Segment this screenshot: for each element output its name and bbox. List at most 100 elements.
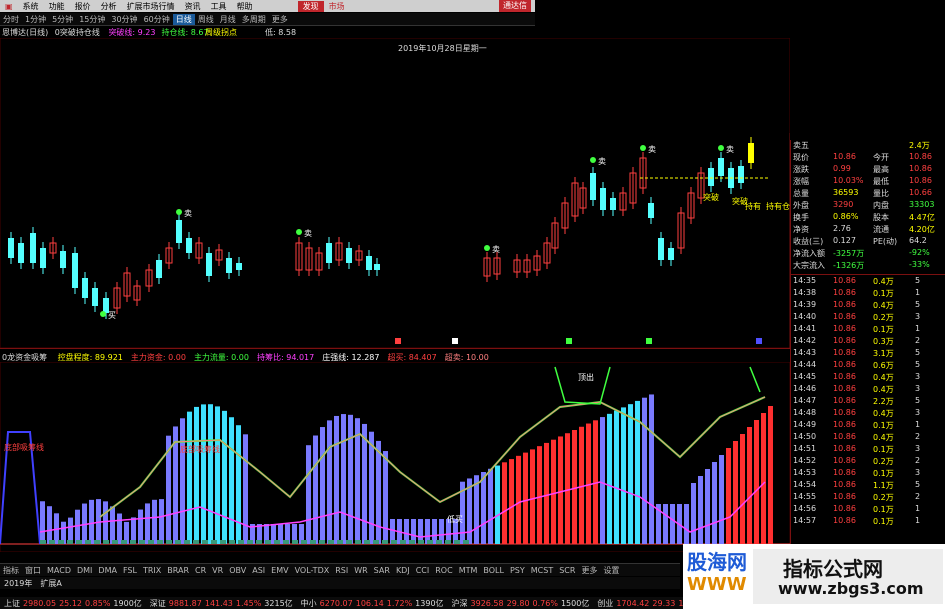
period-tab-2[interactable]: 5分钟	[49, 14, 76, 25]
indicator-tab-2[interactable]: MACD	[44, 566, 74, 575]
quote-value: 0.99	[833, 164, 851, 173]
index-item[interactable]: 上证 2980.05 25.12 0.85% 1900亿	[0, 598, 146, 609]
tick-volume: 3.1万	[873, 349, 894, 358]
event-marker	[646, 338, 652, 344]
quote-label: 净资	[793, 225, 809, 234]
candle-body	[92, 288, 98, 306]
app-icon[interactable]: ▣	[0, 2, 18, 11]
watermark-left-text: 股海网	[687, 550, 747, 574]
period-tab-4[interactable]: 30分钟	[108, 14, 140, 25]
indicator-tab-11[interactable]: ASI	[249, 566, 268, 575]
tag-left: 底部吸筹线	[4, 442, 44, 452]
index-item[interactable]: 沪深 3926.58 29.80 0.76% 1500亿	[448, 598, 594, 609]
tick-price: 10.86	[833, 360, 856, 369]
indicator-tab-3[interactable]: DMI	[74, 566, 95, 575]
indicator-tab-24[interactable]: SCR	[556, 566, 578, 575]
indicator-tab-15[interactable]: WR	[351, 566, 370, 575]
indicator-tab-25[interactable]: 更多	[578, 565, 600, 576]
index-item[interactable]: 中小 6270.07 106.14 1.72% 1390亿	[297, 598, 448, 609]
menu-item-7[interactable]: 帮助	[232, 1, 258, 12]
bottom-dot	[121, 540, 127, 544]
index-volume: 3215亿	[264, 598, 293, 608]
volume-bar	[320, 427, 325, 544]
menu-item-2[interactable]: 报价	[70, 1, 96, 12]
quote-label2: 量比	[873, 189, 889, 198]
index-pct: 0.76%	[532, 598, 558, 608]
menu-badge-shichang[interactable]: 市场	[324, 1, 350, 12]
period-tab-7[interactable]: 周线	[195, 14, 217, 25]
tick-time: 14:43	[793, 348, 817, 357]
period-tab-0[interactable]: 分时	[0, 14, 22, 25]
quote-value: -1326万	[833, 261, 865, 270]
indicator-tab-0[interactable]: 指标	[0, 565, 22, 576]
indicator-tab-10[interactable]: OBV	[226, 566, 249, 575]
tick-row: 14:39 10.86 0.4万 5	[791, 300, 945, 312]
bottom-dot	[76, 540, 82, 544]
period-tab-10[interactable]: 更多	[269, 14, 291, 25]
period-tab-3[interactable]: 15分钟	[76, 14, 108, 25]
indicator-tab-14[interactable]: RSI	[332, 566, 351, 575]
candle-body	[648, 203, 654, 218]
volume-bar	[747, 427, 752, 544]
indicator-tab-9[interactable]: VR	[209, 566, 226, 575]
indicator-tab-20[interactable]: MTM	[456, 566, 481, 575]
indicator-tab-1[interactable]: 窗口	[22, 565, 44, 576]
tick-row: 14:56 10.86 0.1万 1	[791, 504, 945, 516]
volume-bar	[229, 417, 234, 544]
quote-label: 卖五	[793, 141, 809, 150]
signal-label: 卖	[304, 229, 312, 238]
menu-badge-faxian[interactable]: 发现	[297, 0, 324, 12]
menu-item-3[interactable]: 分析	[96, 1, 122, 12]
indicator-tab-6[interactable]: TRIX	[140, 566, 164, 575]
indicator-tab-5[interactable]: FSL	[120, 566, 140, 575]
tick-time: 14:49	[793, 420, 817, 429]
index-pct: 1.72%	[386, 598, 413, 608]
index-item[interactable]: 深证 9881.87 141.43 1.45% 3215亿	[146, 598, 297, 609]
signal-label: 卖	[726, 145, 734, 154]
indicator-tab-18[interactable]: CCI	[413, 566, 433, 575]
indicator-tab-19[interactable]: ROC	[432, 566, 455, 575]
indicator-tab-21[interactable]: BOLL	[480, 566, 507, 575]
indicator-tab-12[interactable]: EMV	[268, 566, 291, 575]
candle-body	[610, 198, 616, 210]
menu-item-5[interactable]: 资讯	[180, 1, 206, 12]
period-tab-8[interactable]: 月线	[217, 14, 239, 25]
indicator-tab-7[interactable]: BRAR	[164, 566, 192, 575]
tick-volume: 0.4万	[873, 385, 894, 394]
volume-bar	[327, 420, 332, 544]
indicator-tab-23[interactable]: MCST	[528, 566, 556, 575]
bottom-dot	[337, 540, 343, 544]
menu-item-1[interactable]: 功能	[44, 1, 70, 12]
watermark-url: www.zbgs3.com	[778, 579, 924, 598]
volume-bar	[488, 468, 493, 544]
indicator-tab-8[interactable]: CR	[192, 566, 209, 575]
menu-item-4[interactable]: 扩展市场行情	[122, 1, 180, 12]
tick-row: 14:57 10.86 0.1万 1	[791, 516, 945, 528]
period-tab-9[interactable]: 多周期	[239, 14, 269, 25]
index-label: 中小	[300, 598, 317, 608]
indicator-tab-22[interactable]: PSY	[507, 566, 528, 575]
indicator-tab-16[interactable]: SAR	[371, 566, 393, 575]
indicator-tab-17[interactable]: KDJ	[393, 566, 413, 575]
status-sub[interactable]: 扩展A	[36, 578, 65, 589]
menu-item-6[interactable]: 工具	[206, 1, 232, 12]
sub-legend-5: 超买: 84.407	[387, 353, 437, 362]
indicator-tab-26[interactable]: 设置	[600, 565, 622, 576]
period-tab-6[interactable]: 日线	[172, 13, 195, 25]
volume-bar	[341, 414, 346, 544]
app-title: 通达信	[499, 0, 531, 12]
candle-body	[60, 251, 66, 268]
tick-row: 14:51 10.86 0.1万 3	[791, 444, 945, 456]
volume-bar	[572, 430, 577, 544]
period-tab-1[interactable]: 1分钟	[22, 14, 49, 25]
candle-body	[600, 188, 606, 210]
indicator-tab-13[interactable]: VOL-TDX	[292, 566, 333, 575]
tick-time: 14:57	[793, 516, 817, 525]
menu-item-0[interactable]: 系统	[18, 1, 44, 12]
quote-row: 卖五 2.4万	[791, 140, 945, 152]
tick-volume: 0.2万	[873, 313, 894, 322]
volume-bar	[663, 504, 668, 544]
quote-value: 10.86	[833, 152, 856, 161]
indicator-tab-4[interactable]: DMA	[95, 566, 120, 575]
period-tab-5[interactable]: 60分钟	[141, 14, 173, 25]
